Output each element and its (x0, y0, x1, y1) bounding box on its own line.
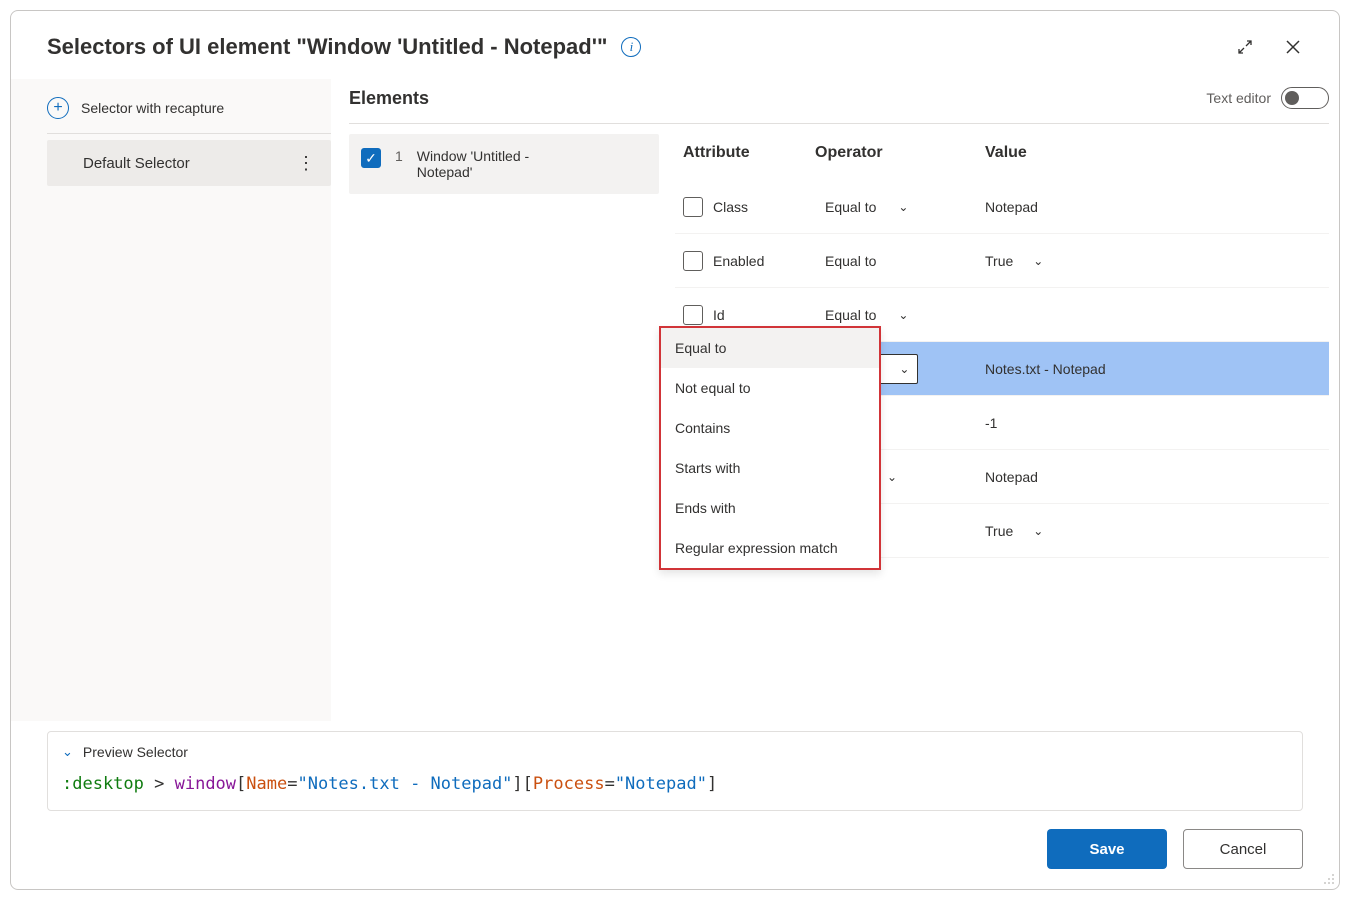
dropdown-option[interactable]: Contains (661, 408, 879, 448)
resize-grip-icon[interactable] (1321, 871, 1335, 885)
add-selector-label: Selector with recapture (81, 100, 224, 116)
attr-checkbox[interactable] (683, 305, 703, 325)
attr-name: Class (713, 199, 748, 215)
center-header: Elements Text editor (349, 87, 1329, 124)
header-value: Value (985, 144, 1329, 162)
cancel-button[interactable]: Cancel (1183, 829, 1303, 869)
chevron-down-icon: ⌄ (887, 470, 897, 484)
dropdown-option[interactable]: Ends with (661, 488, 879, 528)
plus-icon: + (47, 97, 69, 119)
attribute-row[interactable]: Class Equal to ⌄ Notepad (675, 180, 1329, 234)
chevron-down-icon: ⌄ (898, 308, 908, 322)
preview-selector-panel: ⌄ Preview Selector :desktop > window[Nam… (47, 731, 1303, 811)
add-selector-button[interactable]: + Selector with recapture (47, 87, 331, 134)
text-editor-label: Text editor (1206, 90, 1271, 106)
header-attribute: Attribute (675, 144, 815, 162)
chevron-down-icon: ⌄ (1033, 254, 1043, 268)
attr-name: Id (713, 307, 725, 323)
attributes-header: Attribute Operator Value (675, 124, 1329, 180)
element-index: 1 (395, 148, 403, 164)
dialog-footer: Save Cancel (11, 811, 1339, 889)
selector-builder-dialog: Selectors of UI element "Window 'Untitle… (10, 10, 1340, 890)
element-item[interactable]: 1 Window 'Untitled - Notepad' (349, 134, 659, 194)
dropdown-option[interactable]: Equal to (661, 328, 879, 368)
elements-heading: Elements (349, 88, 429, 109)
preview-label: Preview Selector (83, 744, 188, 760)
text-editor-toggle-group: Text editor (1206, 87, 1329, 109)
expand-icon[interactable] (1229, 31, 1261, 63)
operator-dropdown: Equal to Not equal to Contains Starts wi… (659, 326, 881, 570)
value-cell[interactable]: Notepad (985, 469, 1329, 485)
value-cell[interactable]: Notepad (985, 199, 1329, 215)
selector-list-sidebar: + Selector with recapture Default Select… (11, 79, 331, 721)
preview-toggle[interactable]: ⌄ Preview Selector (62, 744, 1288, 760)
text-editor-toggle[interactable] (1281, 87, 1329, 109)
attr-checkbox[interactable] (683, 197, 703, 217)
element-checkbox[interactable] (361, 148, 381, 168)
close-icon[interactable] (1277, 31, 1309, 63)
dropdown-option[interactable]: Not equal to (661, 368, 879, 408)
elements-list: 1 Window 'Untitled - Notepad' (349, 124, 659, 721)
sidebar-item-label: Default Selector (83, 155, 190, 172)
dialog-titlebar: Selectors of UI element "Window 'Untitle… (11, 11, 1339, 79)
chevron-down-icon: ⌄ (898, 200, 908, 214)
preview-code: :desktop > window[Name="Notes.txt - Note… (62, 774, 1288, 794)
value-cell[interactable]: Notes.txt - Notepad (985, 361, 1329, 377)
save-button[interactable]: Save (1047, 829, 1167, 869)
dropdown-option[interactable]: Regular expression match (661, 528, 879, 568)
more-icon[interactable]: ⋮ (291, 154, 321, 172)
attributes-panel: Attribute Operator Value Class (659, 124, 1329, 721)
operator-select[interactable]: Equal to ⌄ (815, 193, 985, 221)
value-cell[interactable]: -1 (985, 415, 1329, 431)
value-cell[interactable]: True ⌄ (985, 253, 1329, 269)
value-cell[interactable]: True ⌄ (985, 523, 1329, 539)
sidebar-item-default-selector[interactable]: Default Selector ⋮ (47, 140, 331, 186)
info-icon[interactable]: i (621, 37, 641, 57)
chevron-down-icon: ⌄ (899, 362, 909, 376)
attr-checkbox[interactable] (683, 251, 703, 271)
attribute-row[interactable]: Enabled Equal to True ⌄ (675, 234, 1329, 288)
dialog-title: Selectors of UI element "Window 'Untitle… (47, 34, 607, 60)
center-panel: Elements Text editor 1 Windo (331, 79, 1339, 721)
operator-select[interactable]: Equal to ⌄ (815, 301, 985, 329)
element-name: Window 'Untitled - Notepad' (417, 148, 587, 180)
chevron-down-icon: ⌄ (1033, 524, 1043, 538)
chevron-down-icon: ⌄ (62, 744, 73, 760)
operator-select[interactable]: Equal to (815, 247, 985, 275)
dropdown-option[interactable]: Starts with (661, 448, 879, 488)
attr-name: Enabled (713, 253, 764, 269)
header-operator: Operator (815, 144, 985, 162)
